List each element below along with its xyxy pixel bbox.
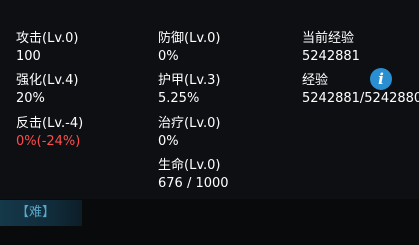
current-exp: 当前经验 5242881: [302, 31, 360, 65]
exp-label: 经验: [302, 73, 329, 88]
stat-life: 生命(Lv.0) 676 / 1000: [158, 158, 229, 192]
stat-enhance-value: 20%: [16, 91, 45, 106]
stat-counter-value: 0%(-24%): [16, 134, 81, 149]
stats-panel: 攻击(Lv.0) 100 强化(Lv.4) 20% 反击(Lv.-4) 0%(-…: [0, 0, 419, 245]
info-icon[interactable]: i: [370, 68, 392, 90]
difficulty-tab[interactable]: 【难】: [0, 200, 82, 226]
stat-attack-label: 攻击(Lv.0): [16, 31, 79, 46]
stat-life-value: 676 / 1000: [158, 176, 229, 191]
stat-heal-label: 治疗(Lv.0): [158, 116, 221, 131]
stat-defense: 防御(Lv.0) 0%: [158, 31, 220, 65]
stat-heal: 治疗(Lv.0) 0%: [158, 116, 220, 150]
stat-counter-label: 反击(Lv.-4): [16, 116, 84, 131]
stat-defense-value: 0%: [158, 49, 179, 64]
stat-life-label: 生命(Lv.0): [158, 158, 221, 173]
stat-attack: 攻击(Lv.0) 100: [16, 31, 78, 65]
stat-enhance-label: 强化(Lv.4): [16, 73, 79, 88]
stat-defense-label: 防御(Lv.0): [158, 31, 221, 46]
exp: 经验 5242881/5242880: [302, 73, 419, 107]
current-exp-label: 当前经验: [302, 31, 355, 46]
current-exp-value: 5242881: [302, 49, 360, 64]
stat-enhance: 强化(Lv.4) 20%: [16, 73, 78, 107]
stat-counter: 反击(Lv.-4) 0%(-24%): [16, 116, 83, 150]
stat-armor: 护甲(Lv.3) 5.25%: [158, 73, 220, 107]
exp-value: 5242881/5242880: [302, 91, 419, 106]
stat-attack-value: 100: [16, 49, 41, 64]
stat-heal-value: 0%: [158, 134, 179, 149]
stat-armor-value: 5.25%: [158, 91, 200, 106]
stat-armor-label: 护甲(Lv.3): [158, 73, 221, 88]
